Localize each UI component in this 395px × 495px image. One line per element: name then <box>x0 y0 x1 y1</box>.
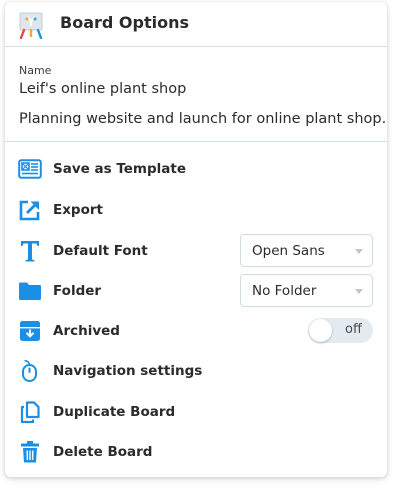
archive-icon <box>17 319 43 343</box>
name-label: Name <box>19 64 52 77</box>
navigation-settings-button[interactable]: Navigation settings <box>5 354 387 388</box>
archived-row: Archived off <box>5 314 387 348</box>
board-name-field[interactable]: Leif's online plant shop <box>19 81 186 97</box>
header-divider <box>5 46 387 47</box>
save-as-template-label: Save as Template <box>53 161 186 177</box>
info-divider <box>5 141 387 142</box>
folder-select[interactable]: No Folder <box>240 274 373 307</box>
export-button[interactable]: Export <box>5 193 387 227</box>
default-font-row: Default Font Open Sans <box>5 234 387 268</box>
default-font-select[interactable]: Open Sans <box>240 234 373 267</box>
toggle-knob <box>309 319 332 342</box>
export-icon <box>17 198 43 222</box>
easel-icon <box>18 11 44 40</box>
save-as-template-button[interactable]: Save as Template <box>5 152 387 186</box>
chevron-down-icon <box>355 289 363 294</box>
archived-label: Archived <box>53 323 120 339</box>
template-icon <box>17 157 43 181</box>
board-options-panel: Board Options Name Leif's online plant s… <box>5 2 387 477</box>
board-description-field[interactable]: Planning website and launch for online p… <box>19 111 386 127</box>
delete-board-label: Delete Board <box>53 444 153 460</box>
trash-icon <box>17 440 43 464</box>
duplicate-board-button[interactable]: Duplicate Board <box>5 395 387 429</box>
duplicate-icon <box>17 400 43 424</box>
folder-icon <box>17 279 43 303</box>
navigation-settings-label: Navigation settings <box>53 363 203 379</box>
export-label: Export <box>53 202 103 218</box>
duplicate-board-label: Duplicate Board <box>53 404 176 420</box>
default-font-value: Open Sans <box>252 243 325 259</box>
archived-toggle[interactable]: off <box>308 318 373 343</box>
panel-header: Board Options <box>5 2 387 46</box>
archived-toggle-state: off <box>345 322 362 337</box>
chevron-down-icon <box>355 249 363 254</box>
delete-board-button[interactable]: Delete Board <box>5 435 387 469</box>
panel-title: Board Options <box>60 13 189 32</box>
folder-row: Folder No Folder <box>5 274 387 308</box>
font-icon <box>17 239 43 263</box>
mouse-icon <box>17 359 43 383</box>
folder-label: Folder <box>53 283 102 299</box>
default-font-label: Default Font <box>53 243 148 259</box>
folder-value: No Folder <box>252 283 317 299</box>
